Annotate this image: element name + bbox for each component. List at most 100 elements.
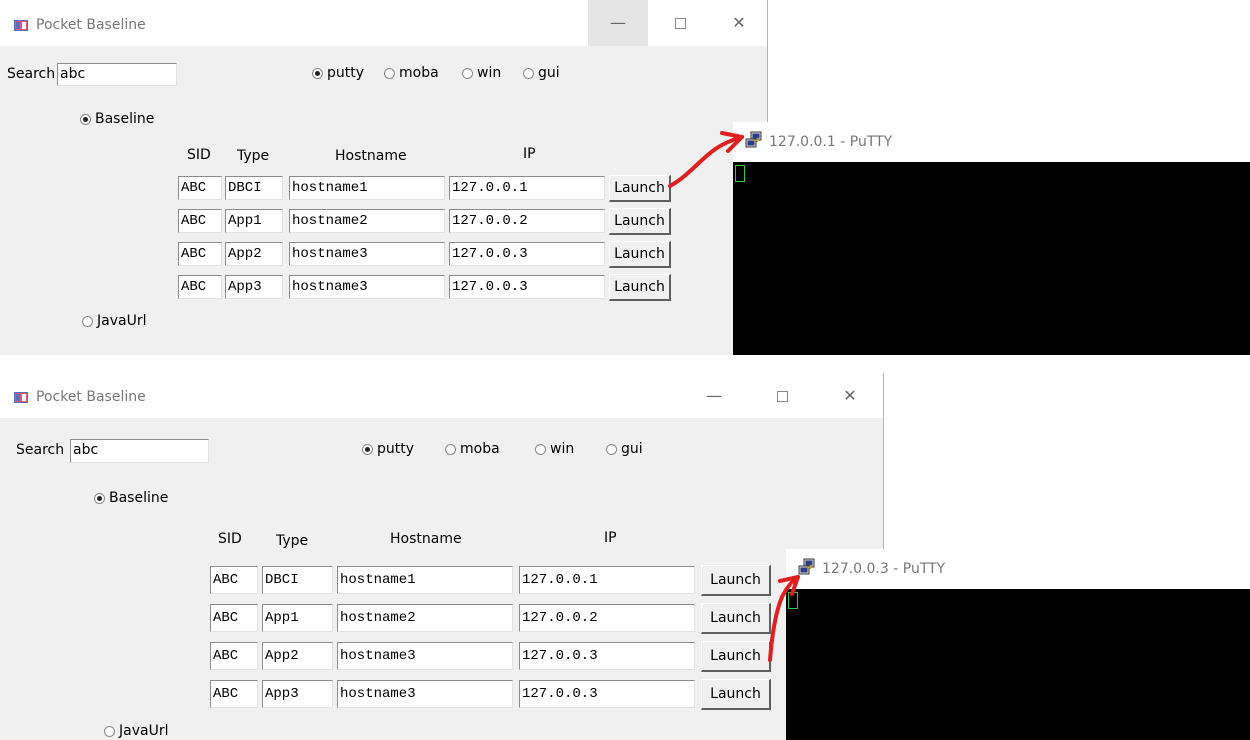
column-header-hostname: Hostname — [335, 148, 407, 164]
type-field[interactable]: App3 — [262, 680, 333, 708]
client-moba-radio[interactable]: moba — [445, 441, 500, 457]
radio-baseline-icon — [80, 113, 91, 125]
minimize-button[interactable]: — — [684, 373, 744, 418]
type-field[interactable]: DBCI — [225, 176, 283, 200]
radio-putty-icon — [362, 443, 373, 455]
column-header-sid: SID — [187, 147, 211, 163]
title-bar: Pocket Baseline — ✕ — [0, 0, 767, 46]
sid-field[interactable]: ABC — [210, 680, 258, 708]
minimize-button[interactable]: — — [588, 0, 648, 46]
launch-button[interactable]: Launch — [701, 565, 771, 596]
hostname-field[interactable]: hostname3 — [337, 642, 513, 670]
type-field[interactable]: App2 — [262, 642, 333, 670]
maximize-icon — [674, 18, 686, 29]
putty-icon — [745, 131, 762, 148]
launch-button[interactable]: Launch — [701, 641, 771, 672]
hostname-field[interactable]: hostname3 — [337, 680, 513, 708]
column-header-ip: IP — [523, 146, 536, 162]
ip-field[interactable]: 127.0.0.3 — [519, 680, 695, 708]
pocket-baseline-window: Pocket Baseline — ✕ Search abc putty mob… — [0, 0, 768, 355]
putty-window: 127.0.0.1 - PuTTY — [733, 122, 1250, 355]
terminal-cursor — [735, 165, 745, 182]
maximize-button[interactable] — [650, 0, 710, 46]
launch-button[interactable]: Launch — [701, 679, 771, 710]
launch-button[interactable]: Launch — [701, 603, 771, 634]
launch-button[interactable]: Launch — [609, 274, 671, 301]
sid-field[interactable]: ABC — [210, 642, 258, 670]
type-field[interactable]: App2 — [225, 242, 283, 266]
search-label: Search — [16, 442, 65, 458]
radio-putty-icon — [312, 67, 323, 79]
radio-win-icon — [462, 67, 473, 79]
title-bar: Pocket Baseline — ✕ — [0, 373, 883, 418]
ip-field[interactable]: 127.0.0.2 — [449, 209, 605, 233]
radio-javaurl-icon — [82, 315, 93, 327]
radio-moba-icon — [384, 67, 395, 79]
screenshot-panel-2: Pocket Baseline — ✕ Search abc putty mob… — [0, 373, 1250, 740]
putty-title-bar: 127.0.0.1 - PuTTY — [733, 122, 1250, 162]
mode-baseline-radio[interactable]: Baseline — [80, 111, 154, 127]
hostname-field[interactable]: hostname1 — [337, 566, 513, 594]
app-icon — [14, 392, 28, 403]
terminal-cursor — [788, 592, 798, 609]
search-label: Search — [7, 66, 56, 82]
sid-field[interactable]: ABC — [210, 566, 258, 594]
sid-field[interactable]: ABC — [210, 604, 258, 632]
column-header-type: Type — [276, 533, 309, 549]
mode-javaurl-radio[interactable]: JavaUrl — [104, 723, 168, 739]
client-putty-radio[interactable]: putty — [312, 65, 364, 81]
window-title: Pocket Baseline — [36, 17, 146, 33]
sid-field[interactable]: ABC — [178, 242, 222, 266]
radio-win-icon — [535, 443, 546, 455]
ip-field[interactable]: 127.0.0.1 — [519, 566, 695, 594]
hostname-field[interactable]: hostname1 — [289, 176, 445, 200]
column-header-ip: IP — [604, 530, 617, 546]
search-input[interactable]: abc — [57, 63, 177, 86]
client-gui-radio[interactable]: gui — [606, 441, 643, 457]
ip-field[interactable]: 127.0.0.3 — [519, 642, 695, 670]
hostname-field[interactable]: hostname3 — [289, 242, 445, 266]
launch-button[interactable]: Launch — [609, 208, 671, 235]
window-title: Pocket Baseline — [36, 389, 146, 405]
ip-field[interactable]: 127.0.0.1 — [449, 176, 605, 200]
sid-field[interactable]: ABC — [178, 209, 222, 233]
putty-title-bar: 127.0.0.3 - PuTTY — [786, 549, 1250, 589]
radio-moba-icon — [445, 443, 456, 455]
mode-baseline-radio[interactable]: Baseline — [94, 490, 168, 506]
type-field[interactable]: DBCI — [262, 566, 333, 594]
ip-field[interactable]: 127.0.0.3 — [449, 275, 605, 299]
sid-field[interactable]: ABC — [178, 176, 222, 200]
radio-gui-icon — [523, 67, 534, 79]
ip-field[interactable]: 127.0.0.2 — [519, 604, 695, 632]
type-field[interactable]: App1 — [262, 604, 333, 632]
pocket-baseline-window: Pocket Baseline — ✕ Search abc putty mob… — [0, 373, 884, 740]
mode-javaurl-radio[interactable]: JavaUrl — [82, 313, 146, 329]
launch-button[interactable]: Launch — [609, 175, 671, 202]
hostname-field[interactable]: hostname2 — [289, 209, 445, 233]
client-win-radio[interactable]: win — [462, 65, 501, 81]
column-header-sid: SID — [218, 531, 242, 547]
search-input[interactable]: abc — [70, 439, 209, 463]
launch-button[interactable]: Launch — [609, 241, 671, 268]
client-moba-radio[interactable]: moba — [384, 65, 439, 81]
sid-field[interactable]: ABC — [178, 275, 222, 299]
close-button[interactable]: ✕ — [709, 0, 767, 46]
hostname-field[interactable]: hostname2 — [337, 604, 513, 632]
radio-javaurl-icon — [104, 725, 115, 737]
putty-window-title: 127.0.0.1 - PuTTY — [769, 134, 893, 150]
hostname-field[interactable]: hostname3 — [289, 275, 445, 299]
app-icon — [14, 20, 28, 31]
close-button[interactable]: ✕ — [820, 373, 880, 418]
maximize-button[interactable] — [752, 373, 812, 418]
type-field[interactable]: App3 — [225, 275, 283, 299]
column-header-type: Type — [237, 148, 270, 164]
type-field[interactable]: App1 — [225, 209, 283, 233]
putty-window-title: 127.0.0.3 - PuTTY — [822, 561, 946, 577]
client-win-radio[interactable]: win — [535, 441, 574, 457]
column-header-hostname: Hostname — [390, 531, 462, 547]
client-putty-radio[interactable]: putty — [362, 441, 414, 457]
screenshot-panel-1: Pocket Baseline — ✕ Search abc putty mob… — [0, 0, 1250, 355]
client-gui-radio[interactable]: gui — [523, 65, 560, 81]
maximize-icon — [776, 391, 788, 402]
ip-field[interactable]: 127.0.0.3 — [449, 242, 605, 266]
